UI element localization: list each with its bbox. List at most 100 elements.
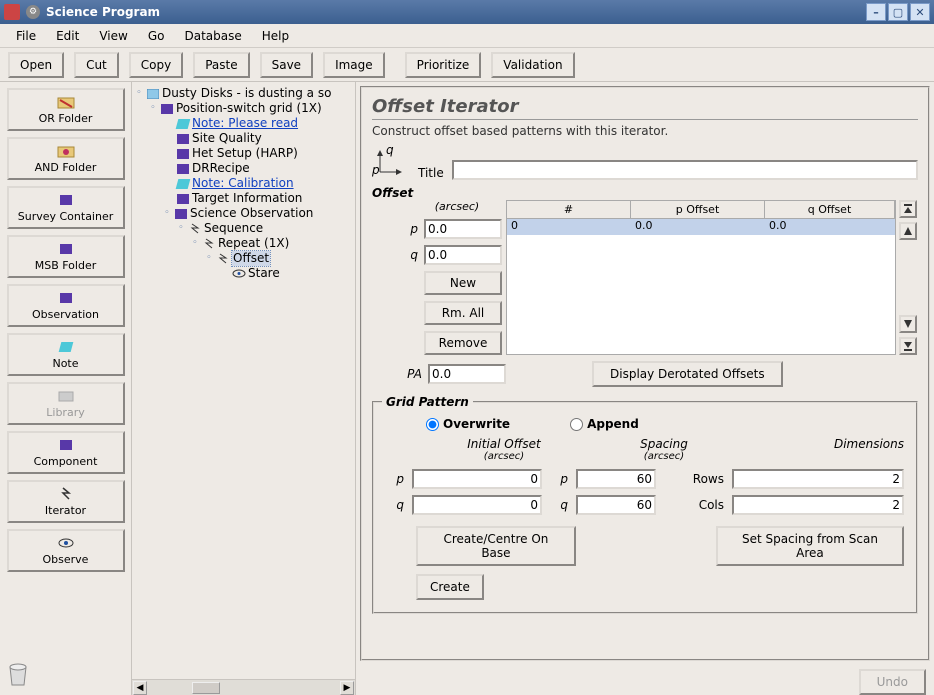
cut-button[interactable]: Cut	[74, 52, 119, 78]
move-down-button[interactable]	[899, 315, 917, 333]
msb-icon	[56, 241, 76, 257]
folder-icon	[56, 94, 76, 110]
validation-button[interactable]: Validation	[491, 52, 574, 78]
minimize-button[interactable]: –	[866, 3, 886, 21]
scroll-right-icon[interactable]: ▶	[340, 681, 354, 695]
grid-p-offset-input[interactable]	[412, 469, 542, 489]
trash-icon[interactable]	[4, 659, 34, 689]
panel-title: Offset Iterator	[372, 96, 918, 120]
set-spacing-button[interactable]: Set Spacing from Scan Area	[716, 526, 904, 566]
prioritize-button[interactable]: Prioritize	[405, 52, 482, 78]
tree-drrecipe[interactable]: DRRecipe	[134, 161, 353, 176]
note-button[interactable]: Note	[7, 333, 125, 376]
new-button[interactable]: New	[424, 271, 502, 295]
title-bar: ⚙ Science Program – ▢ ✕	[0, 0, 934, 24]
library-button: Library	[7, 382, 125, 425]
pq-axes-icon: pq	[372, 146, 406, 180]
menu-help[interactable]: Help	[252, 27, 299, 45]
tree-scrollbar[interactable]: ◀ ▶	[132, 679, 355, 695]
title-label: Title	[418, 166, 444, 180]
msb-icon	[160, 103, 174, 115]
panel-subtitle: Construct offset based patterns with thi…	[372, 124, 918, 138]
q-input[interactable]	[424, 245, 502, 265]
survey-container-button[interactable]: Survey Container	[7, 186, 125, 229]
grid-rows-input[interactable]	[732, 469, 904, 489]
derotated-button[interactable]: Display Derotated Offsets	[592, 361, 783, 387]
tree-root[interactable]: ◦Dusty Disks - is dusting a so	[134, 86, 353, 101]
offset-table[interactable]: # p Offset q Offset 0 0.0 0.0	[506, 200, 896, 355]
and-folder-button[interactable]: AND Folder	[7, 137, 125, 180]
menu-view[interactable]: View	[89, 27, 137, 45]
move-up-button[interactable]	[899, 222, 917, 240]
component-button[interactable]: Component	[7, 431, 125, 474]
menu-file[interactable]: File	[6, 27, 46, 45]
component-icon	[176, 133, 190, 145]
tree-sci-obs[interactable]: ◦Science Observation	[134, 206, 353, 221]
or-folder-button[interactable]: OR Folder	[7, 88, 125, 131]
observation-icon	[56, 290, 76, 306]
append-radio[interactable]: Append	[570, 417, 639, 431]
iterator-icon	[188, 223, 202, 235]
tree-het-setup[interactable]: Het Setup (HARP)	[134, 146, 353, 161]
grid-p-spacing-input[interactable]	[576, 469, 656, 489]
col-q: q Offset	[765, 201, 895, 218]
iterator-button[interactable]: Iterator	[7, 480, 125, 523]
create-button[interactable]: Create	[416, 574, 484, 600]
note-icon	[176, 178, 190, 190]
paste-button[interactable]: Paste	[193, 52, 249, 78]
tree-target-info[interactable]: Target Information	[134, 191, 353, 206]
toolbar: Open Cut Copy Paste Save Image Prioritiz…	[0, 48, 934, 82]
iterator-icon	[56, 486, 76, 502]
window-title: Science Program	[46, 5, 864, 19]
menu-database[interactable]: Database	[174, 27, 251, 45]
undo-button[interactable]: Undo	[859, 669, 926, 695]
observe-button[interactable]: Observe	[7, 529, 125, 572]
image-button[interactable]: Image	[323, 52, 385, 78]
tree-grid[interactable]: ◦Position-switch grid (1X)	[134, 101, 353, 116]
grid-q-spacing-input[interactable]	[576, 495, 656, 515]
overwrite-radio[interactable]: Overwrite	[426, 417, 510, 431]
observation-button[interactable]: Observation	[7, 284, 125, 327]
grid-q-offset-input[interactable]	[412, 495, 542, 515]
p-input[interactable]	[424, 219, 502, 239]
observation-icon	[174, 208, 188, 220]
menu-bar: File Edit View Go Database Help	[0, 24, 934, 48]
msb-folder-button[interactable]: MSB Folder	[7, 235, 125, 278]
side-palette: OR Folder AND Folder Survey Container MS…	[0, 82, 132, 695]
title-input[interactable]	[452, 160, 918, 180]
tree-offset[interactable]: ◦Offset	[134, 251, 353, 266]
observe-icon	[56, 535, 76, 551]
note-icon	[56, 339, 76, 355]
maximize-button[interactable]: ▢	[888, 3, 908, 21]
component-icon	[176, 193, 190, 205]
tree-note-calib[interactable]: Note: Calibration	[134, 176, 353, 191]
open-button[interactable]: Open	[8, 52, 64, 78]
tree-repeat[interactable]: ◦Repeat (1X)	[134, 236, 353, 251]
program-tree[interactable]: ◦Dusty Disks - is dusting a so ◦Position…	[132, 82, 355, 679]
dimensions-label: Dimensions	[834, 437, 904, 451]
scroll-left-icon[interactable]: ◀	[133, 681, 147, 695]
p-label: p	[400, 222, 418, 236]
offset-legend: Offset	[372, 186, 918, 200]
close-button[interactable]: ✕	[910, 3, 930, 21]
menu-edit[interactable]: Edit	[46, 27, 89, 45]
scroll-thumb[interactable]	[192, 682, 220, 694]
menu-go[interactable]: Go	[138, 27, 175, 45]
tree-note-read[interactable]: Note: Please read	[134, 116, 353, 131]
copy-button[interactable]: Copy	[129, 52, 183, 78]
col-index: #	[507, 201, 631, 218]
grid-cols-input[interactable]	[732, 495, 904, 515]
tree-sequence[interactable]: ◦Sequence	[134, 221, 353, 236]
move-top-button[interactable]	[899, 200, 917, 218]
tree-stare[interactable]: Stare	[134, 266, 353, 281]
table-row[interactable]: 0 0.0 0.0	[507, 219, 895, 235]
remove-button[interactable]: Remove	[424, 331, 502, 355]
content-panel: Offset Iterator Construct offset based p…	[356, 82, 934, 695]
pa-input[interactable]	[428, 364, 506, 384]
remove-all-button[interactable]: Rm. All	[424, 301, 502, 325]
tree-site-quality[interactable]: Site Quality	[134, 131, 353, 146]
save-button[interactable]: Save	[260, 52, 313, 78]
create-centre-button[interactable]: Create/Centre On Base	[416, 526, 576, 566]
component-icon	[56, 437, 76, 453]
move-bottom-button[interactable]	[899, 337, 917, 355]
